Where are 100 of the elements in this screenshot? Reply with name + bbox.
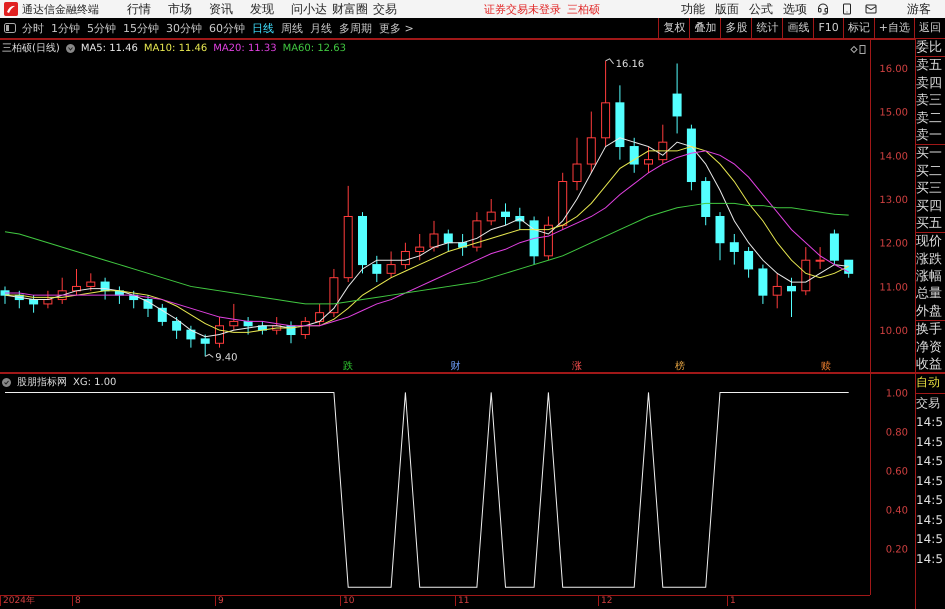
menu-item[interactable]: 资讯 (209, 0, 250, 18)
menu-item[interactable]: 功能 (681, 0, 705, 18)
candlestick (72, 268, 81, 296)
axis-label: 1.00 (886, 388, 908, 400)
quote-label: 买一 (916, 145, 943, 163)
menu-item[interactable]: 公式 (749, 0, 773, 18)
signal-label: 财 (450, 361, 460, 372)
leader-line (605, 58, 614, 64)
candlestick (286, 320, 296, 344)
candlestick (200, 334, 210, 357)
date-label: 12 (598, 596, 612, 606)
candlestick (386, 250, 396, 278)
axis-label: 16.00 (879, 64, 908, 75)
window-controls-icon[interactable] (850, 45, 866, 54)
period-tab[interactable]: 15分钟 (123, 20, 159, 36)
period-tab[interactable]: 更多 > (379, 20, 414, 36)
candlestick (129, 290, 138, 309)
quote-label: 外盘 (916, 302, 943, 320)
stock-name: 三柏硕 (567, 2, 600, 16)
date-label: 11 (455, 596, 470, 606)
toolbar-button[interactable]: 返回 (914, 18, 945, 38)
trade-label: 14:5 (916, 414, 944, 431)
period-tab[interactable]: 分时 (22, 20, 44, 36)
check-icon[interactable] (2, 378, 11, 386)
candlestick (515, 207, 524, 230)
date-label: 1 (727, 596, 736, 606)
headset-icon[interactable] (817, 3, 829, 15)
indicator-value: MA60: 12.63 (282, 42, 346, 54)
phone-icon[interactable] (841, 3, 853, 15)
period-tab[interactable]: 多周期 (339, 20, 372, 36)
candlestick (458, 233, 468, 256)
candlestick (830, 229, 839, 266)
trade-label: 14:5 (916, 434, 944, 450)
candlestick (530, 216, 539, 266)
toolbar-button[interactable]: 标记 (842, 18, 874, 38)
date-label: 2024年 (0, 596, 35, 606)
trade-label: 交易 (916, 394, 941, 412)
axis-label: 0.80 (886, 427, 908, 438)
quote-label: 现价 (916, 233, 943, 251)
app-title: 通达信金融终端 (22, 2, 99, 16)
period-tab[interactable]: 60分钟 (209, 20, 245, 36)
date-label: 10 (340, 596, 354, 606)
indicator-value: MA5: 11.46 (80, 42, 138, 54)
candlestick (586, 111, 596, 174)
indicator-title: 股朋指标网 (17, 376, 67, 389)
trade-label: 14:5 (916, 550, 944, 568)
candlestick (686, 124, 696, 191)
mail-icon[interactable] (865, 3, 877, 15)
candlestick (186, 325, 196, 348)
candlestick (501, 202, 510, 226)
leader-line (204, 354, 214, 358)
user-name[interactable]: 游客 (907, 0, 931, 18)
dropdown-icon[interactable] (66, 44, 75, 52)
toolbar-button[interactable]: F10 (813, 18, 843, 38)
panel-toggle-icon[interactable] (4, 23, 16, 33)
menu-item[interactable]: 行情 (127, 0, 168, 18)
menu-item[interactable]: 市场 (168, 0, 209, 18)
quote-label: 委比 (916, 39, 943, 56)
candlestick (114, 286, 124, 304)
toolbar-button[interactable]: 画线 (782, 18, 814, 38)
toolbar-button[interactable]: 统计 (751, 18, 782, 38)
menu-item[interactable]: 问小达 (291, 0, 332, 18)
candlestick (572, 137, 582, 191)
quote-label: 卖三 (916, 92, 943, 110)
quote-label: 买二 (916, 162, 943, 180)
candlestick (844, 260, 854, 278)
menu-item[interactable]: 选项 (783, 0, 807, 18)
menu-item[interactable]: 交易 (373, 0, 414, 18)
period-tab[interactable]: 日线 (252, 20, 274, 36)
toolbar-button[interactable]: 多股 (720, 18, 752, 38)
candlestick (400, 242, 410, 270)
indicator-value: MA20: 11.33 (213, 42, 277, 54)
period-tab[interactable]: 5分钟 (87, 20, 116, 36)
candlestick (415, 233, 424, 261)
trade-label: 14:5 (916, 472, 944, 490)
candlestick (558, 172, 568, 230)
signal-label: 赎 (820, 361, 831, 372)
period-tab[interactable]: 30分钟 (166, 20, 202, 36)
indicator-value: MA10: 11.46 (144, 42, 208, 54)
candlestick (644, 146, 653, 174)
toolbar-button[interactable]: 复权 (658, 18, 690, 38)
trade-label[interactable]: 自动 (916, 373, 945, 394)
menu-item[interactable]: 发现 (250, 0, 291, 18)
candlestick (272, 316, 282, 336)
axis-label: 10.00 (879, 326, 908, 338)
menu-item[interactable]: 版面 (715, 0, 739, 18)
candlestick (172, 316, 182, 340)
candlestick (329, 268, 338, 318)
menu-item[interactable]: 财富圈 (332, 0, 373, 18)
login-status[interactable]: 证券交易未登录 (484, 2, 561, 16)
period-tab[interactable]: 1分钟 (51, 20, 80, 36)
quote-label: 净资 (916, 338, 943, 356)
period-tab[interactable]: 月线 (310, 20, 332, 36)
quote-label: 卖五 (916, 57, 943, 75)
quote-label: 买四 (916, 198, 943, 215)
period-tab[interactable]: 周线 (281, 20, 303, 36)
candlestick (672, 62, 682, 134)
toolbar-button[interactable]: +自选 (874, 18, 914, 38)
date-label: 8 (72, 596, 81, 606)
toolbar-button[interactable]: 叠加 (689, 18, 720, 38)
